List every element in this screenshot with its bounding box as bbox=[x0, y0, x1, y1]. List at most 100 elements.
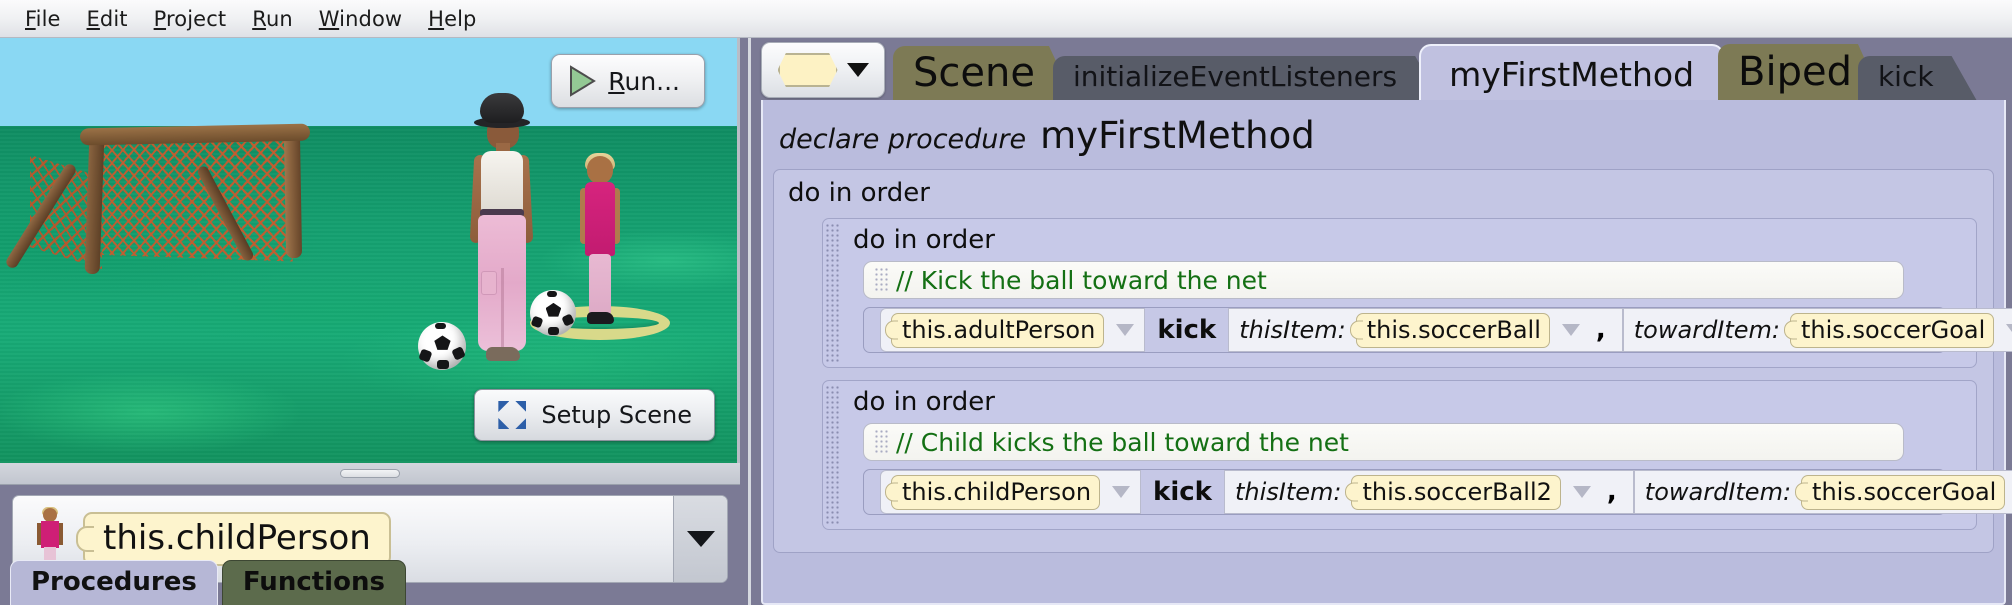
ball-panel bbox=[437, 360, 449, 370]
statement-1-param-2-slot[interactable]: towardItem: this.soccerGoal bbox=[1622, 308, 2012, 352]
menu-window[interactable]: Window bbox=[308, 4, 413, 34]
block-2-label: do in order bbox=[853, 387, 995, 417]
soccer-ball-object[interactable] bbox=[418, 322, 466, 370]
child-person-object[interactable] bbox=[578, 153, 622, 336]
statement-1-param-1-slot[interactable]: thisItem: this.soccerBall , bbox=[1228, 308, 1623, 352]
chevron-down-icon bbox=[686, 531, 715, 547]
run-button-label: Run... bbox=[608, 66, 680, 96]
ball-panel bbox=[546, 290, 557, 297]
chevron-down-icon[interactable] bbox=[1561, 324, 1580, 336]
statement-1-param-1-label: thisItem: bbox=[1239, 316, 1346, 344]
statement-2-param-2-slot[interactable]: towardItem: this.soccerGoal bbox=[1633, 470, 2012, 514]
adult-shoe bbox=[486, 347, 520, 361]
statement-1-param-2-value[interactable]: this.soccerGoal bbox=[1790, 312, 1995, 348]
statement-1-target-slot[interactable]: this.adultPerson bbox=[880, 308, 1146, 352]
tab-my-first-method[interactable]: myFirstMethod bbox=[1419, 38, 1725, 102]
drag-grip-icon[interactable] bbox=[874, 267, 888, 293]
menu-project[interactable]: Project bbox=[143, 4, 238, 34]
comment-statement-2[interactable]: // Child kicks the ball toward the net bbox=[863, 423, 1904, 461]
statement-2-target-tile[interactable]: this.childPerson bbox=[891, 474, 1101, 510]
statement-1-param-2-label: towardItem: bbox=[1633, 316, 1781, 344]
declare-keyword: declare procedure bbox=[779, 124, 1027, 155]
statement-2-param-2-label: towardItem: bbox=[1644, 478, 1792, 506]
statement-2-param-1-slot[interactable]: thisItem: this.soccerBall2 , bbox=[1223, 470, 1634, 514]
child-legs bbox=[589, 254, 611, 316]
call-statement-1[interactable]: this.adultPerson kick thisItem: this.soc… bbox=[863, 307, 2012, 353]
horizontal-splitter[interactable] bbox=[0, 463, 740, 485]
chevron-down-icon[interactable] bbox=[1116, 324, 1135, 336]
do-in-order-block-2[interactable]: do in order // Child kicks the ball towa… bbox=[822, 380, 2012, 530]
tab-functions[interactable]: Functions bbox=[221, 560, 406, 605]
statement-1-method-name: kick bbox=[1157, 315, 1217, 345]
statement-2-param-2-value[interactable]: this.soccerGoal bbox=[1801, 474, 2006, 510]
tab-kick[interactable]: kick bbox=[1858, 38, 1978, 102]
chevron-down-icon[interactable] bbox=[1112, 486, 1131, 498]
block-1-label: do in order bbox=[853, 225, 995, 255]
run-button[interactable]: Run... bbox=[551, 54, 705, 108]
call-statement-2[interactable]: this.childPerson kick thisItem: this.soc… bbox=[863, 469, 2012, 515]
alice-ide-window: File Edit Project Run Window Help Run...… bbox=[0, 0, 2012, 605]
play-icon bbox=[568, 65, 597, 97]
object-selector-dropdown[interactable] bbox=[673, 496, 727, 582]
chevron-down-icon[interactable] bbox=[2006, 324, 2012, 336]
drag-grip-icon[interactable] bbox=[825, 385, 839, 525]
editor-tab-bar: Scene initializeEventListeners myFirstMe… bbox=[751, 38, 2012, 102]
child-head bbox=[587, 156, 613, 184]
tab-biped-label: Biped bbox=[1738, 49, 1852, 95]
menu-edit[interactable]: Edit bbox=[76, 4, 139, 34]
adult-pocket bbox=[481, 271, 497, 295]
menu-project-rest: roject bbox=[166, 6, 227, 31]
selected-object-tile[interactable]: this.childPerson bbox=[83, 512, 391, 566]
ball-panel bbox=[548, 326, 560, 336]
tab-picker-button[interactable] bbox=[761, 42, 885, 98]
outer-block-label: do in order bbox=[788, 178, 930, 208]
declare-method-name: myFirstMethod bbox=[1040, 114, 1315, 157]
menu-run[interactable]: Run bbox=[241, 4, 304, 34]
expand-arrows-icon bbox=[497, 400, 527, 430]
tab-scene-label: Scene bbox=[913, 50, 1035, 96]
outer-do-in-order-block[interactable]: do in order do in order // Kick the ball… bbox=[773, 169, 2012, 553]
comment-text-1: // Kick the ball toward the net bbox=[896, 265, 1267, 295]
code-editor-panel: Scene initializeEventListeners myFirstMe… bbox=[751, 38, 2012, 605]
chevron-down-icon bbox=[846, 63, 869, 77]
tab-scene[interactable]: Scene bbox=[893, 38, 1075, 102]
menu-file-rest: ile bbox=[35, 6, 61, 31]
comment-statement-1[interactable]: // Kick the ball toward the net bbox=[863, 261, 1904, 299]
menu-help[interactable]: Help bbox=[417, 4, 487, 34]
goal-post-right bbox=[283, 131, 303, 259]
menu-file[interactable]: File bbox=[14, 4, 72, 34]
menu-run-mnemonic: R bbox=[252, 6, 266, 31]
drag-grip-icon[interactable] bbox=[874, 429, 888, 455]
child-shoes bbox=[587, 312, 614, 324]
statement-2-param-1-value[interactable]: this.soccerBall2 bbox=[1351, 474, 1561, 510]
soccer-ball2-object[interactable] bbox=[530, 290, 576, 336]
setup-scene-button[interactable]: Setup Scene bbox=[474, 389, 715, 441]
menu-help-mnemonic: H bbox=[428, 6, 445, 31]
adult-person-object[interactable] bbox=[460, 93, 534, 363]
statement-2-target-slot[interactable]: this.childPerson bbox=[880, 470, 1142, 514]
do-in-order-block-1[interactable]: do in order // Kick the ball toward the … bbox=[822, 218, 2012, 368]
drag-grip-icon[interactable] bbox=[825, 223, 839, 363]
tab-my-first-method-label: myFirstMethod bbox=[1449, 54, 1695, 94]
ball-panel bbox=[545, 302, 562, 317]
menu-edit-rest: dit bbox=[99, 6, 128, 31]
run-mnemonic: R bbox=[608, 66, 625, 96]
ball-panel bbox=[435, 322, 446, 330]
declare-header: declare procedure myFirstMethod bbox=[763, 100, 2004, 165]
tab-initialize-event-listeners[interactable]: initializeEventListeners bbox=[1053, 38, 1441, 102]
statement-1-target-tile[interactable]: this.adultPerson bbox=[891, 312, 1105, 348]
tab-procedures[interactable]: Procedures bbox=[10, 560, 218, 605]
adult-pants-seam bbox=[501, 268, 504, 351]
adult-top bbox=[481, 151, 523, 213]
splitter-grip[interactable] bbox=[340, 469, 400, 478]
menu-window-mnemonic: W bbox=[318, 6, 340, 31]
tab-initialize-event-listeners-label: initializeEventListeners bbox=[1072, 60, 1398, 93]
child-dress bbox=[585, 182, 615, 256]
menu-edit-mnemonic: E bbox=[86, 6, 100, 31]
scene-viewport[interactable]: Run... Setup Scene bbox=[0, 38, 740, 463]
left-panel: Run... Setup Scene this.childPerson Proc… bbox=[0, 38, 748, 605]
statement-1-param-1-value[interactable]: this.soccerBall bbox=[1355, 312, 1550, 348]
goal-net bbox=[101, 134, 293, 262]
chevron-down-icon[interactable] bbox=[1572, 486, 1591, 498]
soccer-goal-object[interactable] bbox=[4, 123, 320, 276]
